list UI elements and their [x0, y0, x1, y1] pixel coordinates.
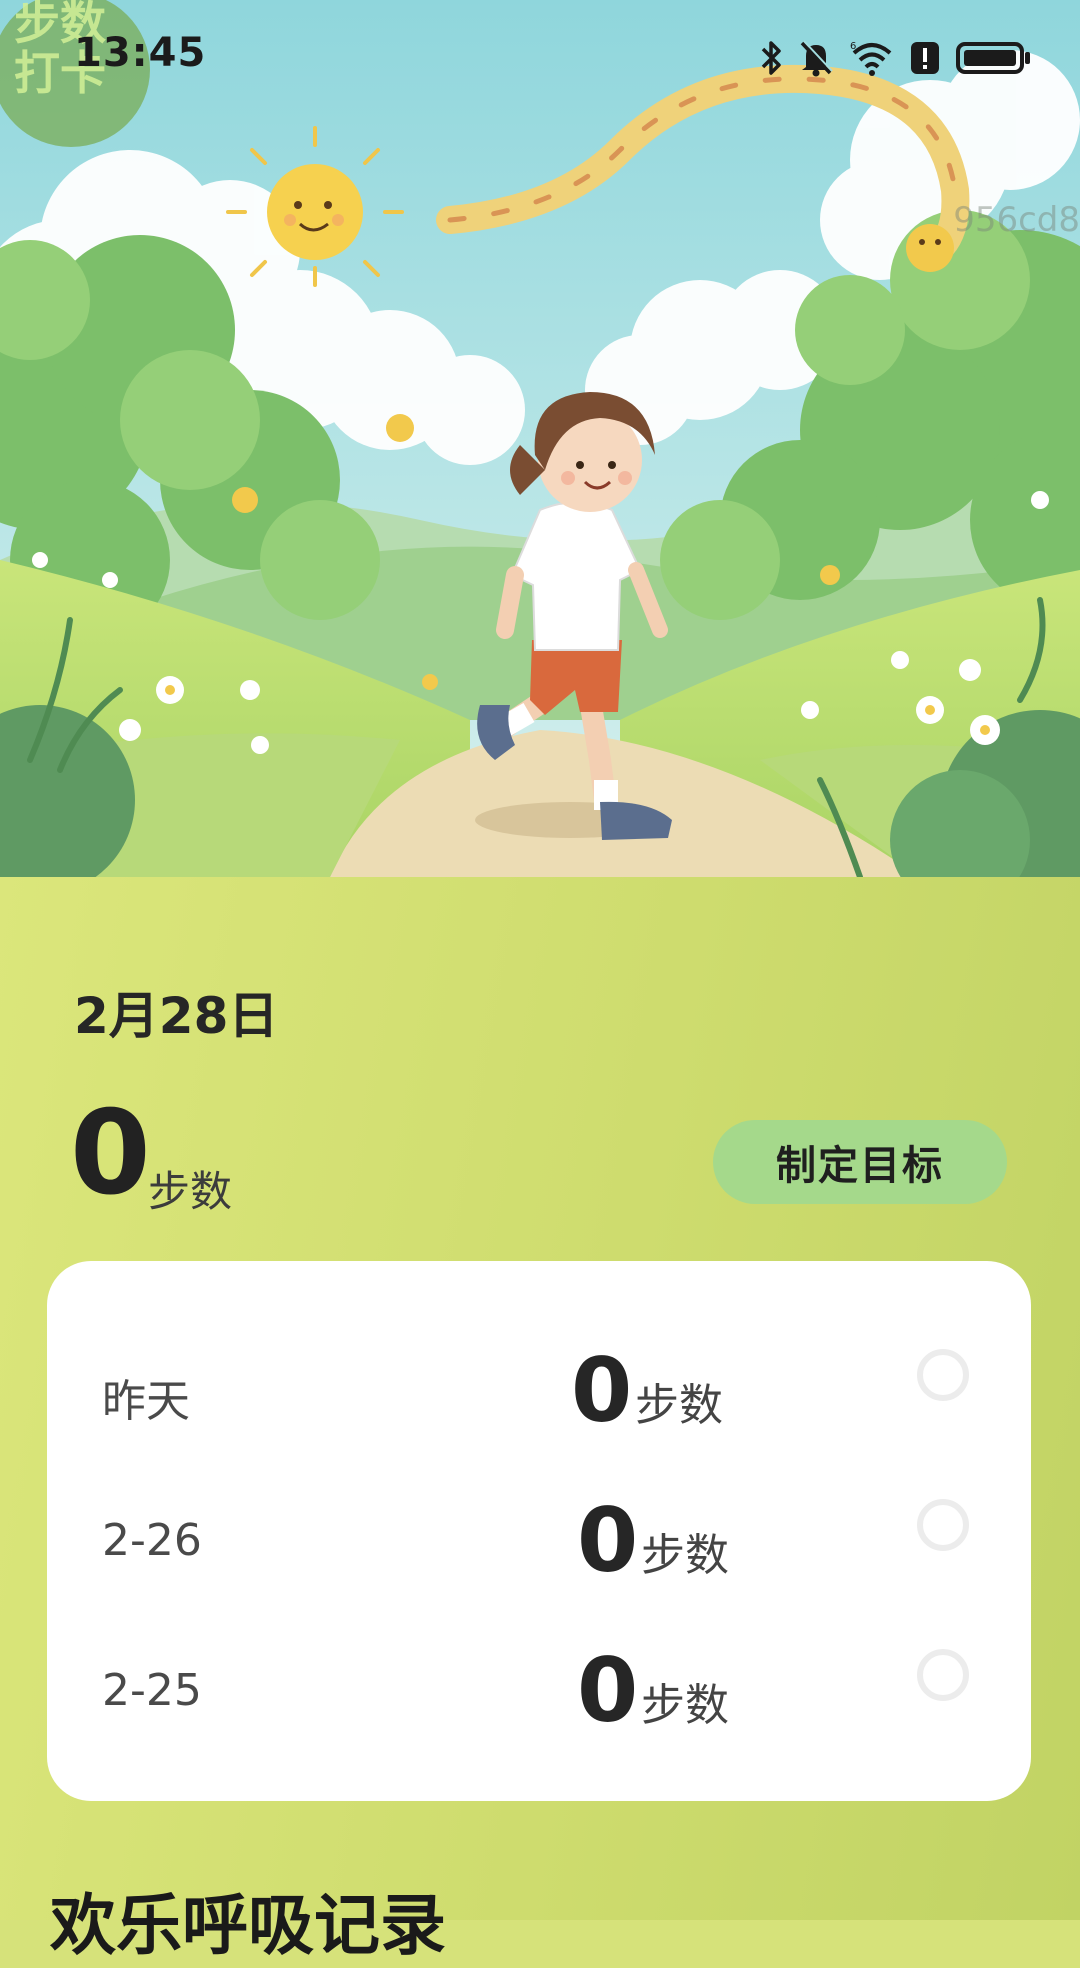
history-step-unit: 步数 [641, 1530, 729, 1581]
history-step-count: 0 [577, 1639, 639, 1742]
history-date-label: 2-26 [102, 1515, 202, 1566]
today-step-count: 0 [70, 1086, 151, 1221]
hero-illustration [0, 0, 1080, 877]
history-step-unit: 步数 [641, 1680, 729, 1731]
status-time: 13:45 [74, 30, 207, 76]
status-icons: 6 [760, 34, 1032, 82]
history-row[interactable]: 2-25 0 步数 [47, 1641, 1031, 1741]
status-bar: 步数打卡 13:45 6 [0, 0, 1080, 147]
svg-text:6: 6 [850, 41, 856, 52]
history-select-radio[interactable] [917, 1649, 969, 1701]
history-row[interactable]: 昨天 0 步数 [47, 1341, 1031, 1441]
section-heading: 欢乐呼吸记录 [50, 1887, 446, 1964]
alert-icon [910, 40, 940, 76]
history-step-unit: 步数 [635, 1380, 723, 1431]
set-goal-button[interactable]: 制定目标 [713, 1120, 1007, 1204]
history-row[interactable]: 2-26 0 步数 [47, 1491, 1031, 1591]
history-step-count: 0 [571, 1339, 633, 1442]
history-date-label: 昨天 [102, 1376, 190, 1427]
today-date: 2月28日 [74, 987, 279, 1045]
mute-bell-icon [798, 39, 834, 77]
wifi-icon: 6 [850, 39, 894, 77]
history-select-radio[interactable] [917, 1349, 969, 1401]
history-step-count: 0 [577, 1489, 639, 1592]
bluetooth-icon [760, 40, 782, 76]
battery-icon [956, 40, 1032, 76]
history-date-label: 2-25 [102, 1665, 202, 1716]
history-select-radio[interactable] [917, 1499, 969, 1551]
today-step-unit: 步数 [148, 1167, 233, 1216]
step-history-card: 昨天 0 步数 2-26 0 步数 2-25 0 步数 [47, 1261, 1031, 1801]
watermark-text: 956cd8 [953, 200, 1080, 240]
